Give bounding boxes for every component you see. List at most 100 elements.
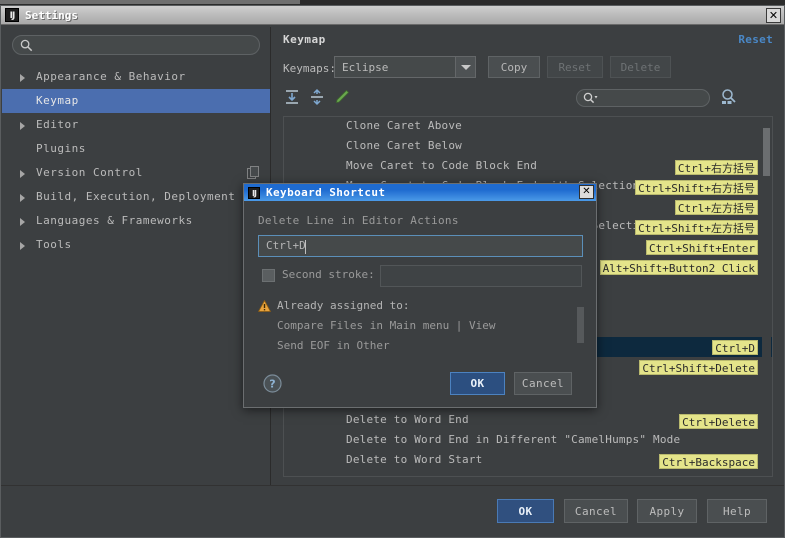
keymaps-label: Keymaps: — [283, 62, 336, 75]
chevron-right-icon — [20, 74, 25, 82]
list-scrollbar[interactable] — [762, 118, 771, 475]
sidebar-item-label: Keymap — [36, 94, 79, 107]
intellij-logo-icon: IJ — [5, 8, 19, 22]
sidebar-item-version-control[interactable]: Version Control — [2, 161, 270, 185]
shortcut-badge: Ctrl+Backspace — [659, 454, 758, 469]
shortcut-badge: Ctrl+Shift+左方括号 — [635, 220, 758, 235]
copy-icon — [247, 166, 259, 179]
screen: IJ Settings ✕ Appearance & Behavior Keym… — [0, 0, 785, 538]
dialog-cancel-button[interactable]: Cancel — [514, 372, 572, 395]
second-stroke-checkbox[interactable] — [262, 269, 275, 282]
shortcut-badge: Ctrl+Shift+Enter — [646, 240, 758, 255]
keymap-select-value: Eclipse — [342, 60, 389, 74]
apply-button[interactable]: Apply — [637, 499, 697, 523]
edit-shortcut-icon[interactable] — [333, 88, 351, 106]
expand-all-icon[interactable] — [283, 88, 301, 106]
dialog-ok-button[interactable]: OK — [450, 372, 505, 395]
caret-down-glyph — [460, 64, 471, 70]
chevron-right-icon — [20, 122, 25, 130]
sidebar-item-appearance[interactable]: Appearance & Behavior — [2, 65, 270, 89]
warning-item: Send EOF in Other — [277, 339, 390, 352]
sidebar-item-label: Version Control — [36, 166, 143, 179]
sidebar-item-label: Appearance & Behavior — [36, 70, 186, 83]
sidebar-item-plugins[interactable]: Plugins — [2, 137, 270, 161]
sidebar-item-label: Build, Execution, Deployment — [36, 190, 236, 203]
action-label: Move Caret to Code Block End — [346, 159, 538, 172]
sidebar-item-label: Tools — [36, 238, 72, 251]
sidebar-item-keymap[interactable]: Keymap — [2, 89, 270, 113]
sidebar-search-box[interactable] — [12, 35, 260, 55]
sidebar-item-label: Editor — [36, 118, 79, 131]
find-by-shortcut-icon[interactable] — [719, 87, 739, 107]
shortcut-badge: Ctrl+右方括号 — [674, 160, 758, 175]
list-item[interactable]: Clone Caret Below — [284, 137, 772, 157]
copy-button[interactable]: Copy — [488, 56, 540, 78]
intellij-logo-icon: IJ — [248, 186, 260, 199]
warning-icon — [258, 300, 271, 312]
dialog-titlebar[interactable]: IJ Keyboard Shortcut ✕ — [244, 184, 596, 201]
shortcut-badge: Ctrl+Shift+右方括号 — [635, 180, 758, 195]
action-label: Delete to Word End in Different "CamelHu… — [346, 433, 681, 446]
shortcut-badge: Ctrl+Shift+Delete — [639, 360, 758, 375]
sidebar-search-input[interactable] — [37, 38, 253, 54]
window-titlebar[interactable]: IJ Settings ✕ — [1, 6, 784, 25]
window-title: Settings — [25, 8, 78, 22]
cancel-button[interactable]: Cancel — [564, 499, 628, 523]
dialog-close-icon[interactable]: ✕ — [579, 185, 594, 199]
chevron-right-icon — [20, 218, 25, 226]
sidebar-item-languages[interactable]: Languages & Frameworks — [2, 209, 270, 233]
list-item[interactable]: Delete to Word Start Ctrl+Backspace — [284, 451, 772, 471]
reset-keymap-button[interactable]: Reset — [547, 56, 603, 78]
action-label: Clone Caret Below — [346, 139, 462, 152]
collapse-all-icon[interactable] — [308, 88, 326, 106]
sidebar-item-label: Languages & Frameworks — [36, 214, 193, 227]
keyboard-shortcut-dialog: IJ Keyboard Shortcut ✕ Delete Line in Ed… — [243, 183, 597, 408]
window-close-icon[interactable]: ✕ — [766, 8, 781, 23]
find-shortcut-input[interactable] — [576, 89, 710, 107]
ok-button[interactable]: OK — [497, 499, 554, 523]
keymap-toolbar — [272, 85, 783, 111]
shortcut-badge: Ctrl+D — [712, 340, 758, 355]
chevron-right-icon — [20, 170, 25, 178]
delete-keymap-button[interactable]: Delete — [610, 56, 671, 78]
keymap-select[interactable]: Eclipse — [334, 56, 476, 78]
chevron-down-icon[interactable] — [455, 57, 475, 77]
chevron-right-icon — [20, 194, 25, 202]
help-button[interactable]: Help — [707, 499, 767, 523]
second-stroke-row: Second stroke: — [258, 265, 582, 287]
action-label: Delete to Word End — [346, 413, 469, 426]
dialog-body: Delete Line in Editor Actions Ctrl+D Sec… — [244, 201, 596, 407]
help-icon[interactable]: ? — [263, 374, 282, 393]
settings-sidebar: Appearance & Behavior Keymap Editor Plug… — [2, 27, 271, 485]
dialog-title: Keyboard Shortcut — [266, 186, 386, 199]
dialog-action-description: Delete Line in Editor Actions — [258, 214, 459, 227]
search-icon — [583, 92, 598, 104]
list-item[interactable]: Clone Caret Above — [284, 117, 772, 137]
warning-scrollbar-thumb[interactable] — [577, 307, 584, 343]
sidebar-item-tools[interactable]: Tools — [2, 233, 270, 257]
svg-text:?: ? — [269, 378, 275, 391]
list-scrollbar-thumb[interactable] — [763, 128, 770, 176]
second-stroke-input[interactable] — [380, 265, 582, 287]
shortcut-badge: Alt+Shift+Button2 Click — [599, 260, 758, 275]
sidebar-item-editor[interactable]: Editor — [2, 113, 270, 137]
shortcut-input-value: Ctrl+D — [266, 239, 306, 252]
settings-tree: Appearance & Behavior Keymap Editor Plug… — [2, 65, 270, 257]
list-item[interactable]: Move Caret to Code Block End Ctrl+右方括号 — [284, 157, 772, 177]
warning-title: Already assigned to: — [277, 299, 410, 312]
reset-link[interactable]: Reset — [738, 33, 773, 46]
second-stroke-label: Second stroke: — [282, 268, 375, 281]
sidebar-item-label: Plugins — [36, 142, 86, 155]
warning-item: Compare Files in Main menu | View — [277, 319, 496, 332]
sidebar-search-wrap — [2, 27, 270, 61]
chevron-right-icon — [20, 242, 25, 250]
conflict-warning: Already assigned to: Compare Files in Ma… — [258, 299, 584, 357]
page-title: Keymap — [283, 33, 326, 46]
action-label: Delete to Word Start — [346, 453, 483, 466]
search-icon — [20, 39, 33, 52]
shortcut-input[interactable]: Ctrl+D — [258, 235, 583, 257]
list-item[interactable]: Delete to Word End Ctrl+Delete — [284, 411, 772, 431]
list-item[interactable]: Delete to Word End in Different "CamelHu… — [284, 431, 772, 451]
sidebar-item-build[interactable]: Build, Execution, Deployment — [2, 185, 270, 209]
window-footer: OK Cancel Apply Help — [1, 485, 784, 537]
